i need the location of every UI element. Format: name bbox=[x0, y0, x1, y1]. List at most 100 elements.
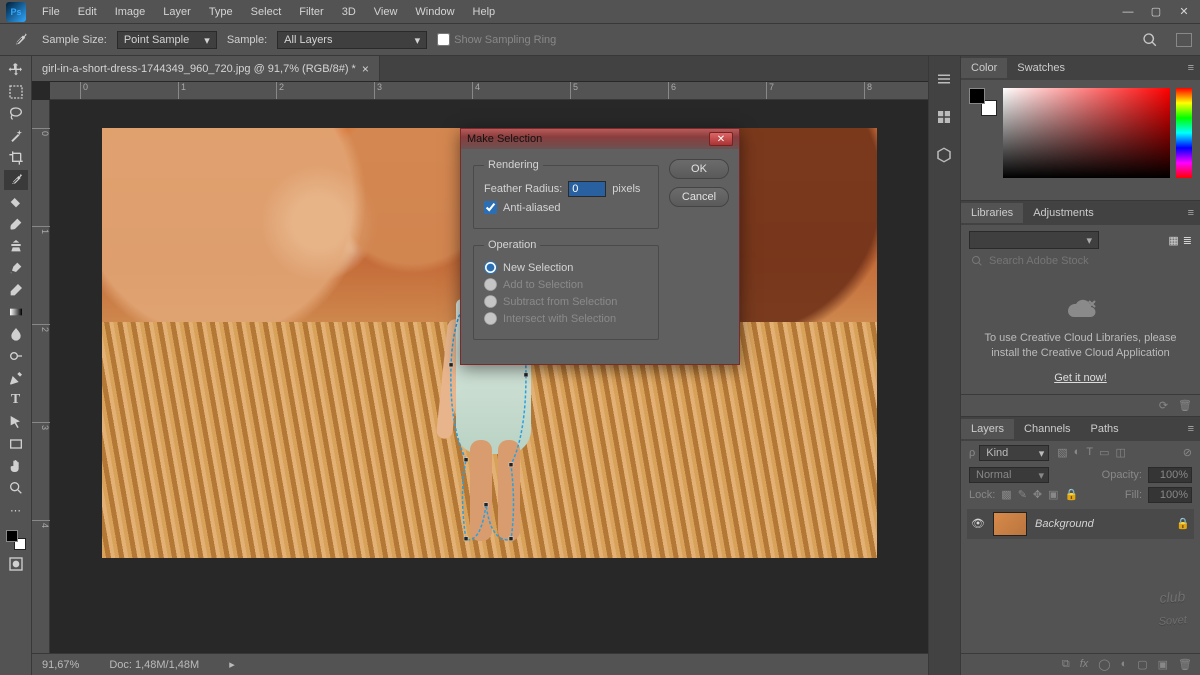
rectangle-tool[interactable] bbox=[4, 434, 28, 454]
sample-select[interactable]: All Layers bbox=[277, 31, 427, 49]
document-tab[interactable]: girl-in-a-short-dress-1744349_960_720.jp… bbox=[32, 56, 380, 81]
menu-select[interactable]: Select bbox=[243, 3, 290, 21]
channels-tab[interactable]: Channels bbox=[1014, 419, 1080, 439]
marquee-tool[interactable] bbox=[4, 82, 28, 102]
lock-icon[interactable]: 🔒 bbox=[1065, 488, 1079, 501]
zoom-tool[interactable] bbox=[4, 478, 28, 498]
blur-tool[interactable] bbox=[4, 324, 28, 344]
feather-radius-input[interactable] bbox=[568, 181, 606, 197]
menu-filter[interactable]: Filter bbox=[291, 3, 331, 21]
3d-panel-icon[interactable] bbox=[935, 146, 955, 166]
link-layers-icon[interactable]: ⧉ bbox=[1062, 658, 1070, 671]
menu-type[interactable]: Type bbox=[201, 3, 241, 21]
history-brush-tool[interactable] bbox=[4, 258, 28, 278]
cc-get-link[interactable]: Get it now! bbox=[1054, 372, 1107, 384]
lib-list-icon[interactable]: ≣ bbox=[1183, 234, 1192, 247]
color-tab[interactable]: Color bbox=[961, 58, 1007, 78]
menu-3d[interactable]: 3D bbox=[334, 3, 364, 21]
eyedropper-tool[interactable] bbox=[4, 170, 28, 190]
menu-image[interactable]: Image bbox=[107, 3, 154, 21]
magic-wand-tool[interactable] bbox=[4, 126, 28, 146]
maximize-button[interactable]: ▢ bbox=[1146, 4, 1166, 20]
adjustment-layer-icon[interactable]: ◐ bbox=[1121, 658, 1128, 671]
paths-tab[interactable]: Paths bbox=[1081, 419, 1129, 439]
lock-all-icon[interactable]: ▩ bbox=[1001, 488, 1011, 501]
cancel-button[interactable]: Cancel bbox=[669, 187, 729, 207]
layer-fx-icon[interactable]: fx bbox=[1080, 658, 1089, 671]
color-field[interactable] bbox=[1003, 88, 1170, 178]
crop-tool[interactable] bbox=[4, 148, 28, 168]
lib-grid-icon[interactable]: ▦ bbox=[1168, 234, 1178, 247]
zoom-level[interactable]: 91,67% bbox=[42, 659, 79, 671]
adjustments-tab[interactable]: Adjustments bbox=[1023, 203, 1104, 223]
quick-mask-toggle[interactable] bbox=[4, 554, 28, 574]
layer-group-icon[interactable]: ▢ bbox=[1137, 658, 1147, 671]
libraries-menu-icon[interactable]: ≡ bbox=[1182, 207, 1200, 219]
eraser-tool[interactable] bbox=[4, 280, 28, 300]
layers-menu-icon[interactable]: ≡ bbox=[1182, 423, 1200, 435]
opacity-field[interactable]: 100% bbox=[1148, 467, 1192, 483]
layer-filter-select[interactable]: Kind bbox=[979, 445, 1049, 461]
healing-brush-tool[interactable] bbox=[4, 192, 28, 212]
clone-stamp-tool[interactable] bbox=[4, 236, 28, 256]
blend-mode-select[interactable]: Normal bbox=[969, 467, 1049, 483]
menu-file[interactable]: File bbox=[34, 3, 68, 21]
lasso-tool[interactable] bbox=[4, 104, 28, 124]
menu-view[interactable]: View bbox=[366, 3, 406, 21]
filter-toggle[interactable]: ⊘ bbox=[1183, 446, 1192, 459]
show-sampling-ring-checkbox[interactable]: Show Sampling Ring bbox=[437, 33, 556, 46]
show-ring-checkbox-input[interactable] bbox=[437, 33, 450, 46]
type-tool[interactable]: T bbox=[4, 390, 28, 410]
move-tool[interactable] bbox=[4, 60, 28, 80]
edit-toolbar[interactable]: ⋯ bbox=[4, 500, 28, 520]
hue-slider[interactable] bbox=[1176, 88, 1192, 178]
close-window-button[interactable]: ✕ bbox=[1174, 4, 1194, 20]
layer-row[interactable]: 👁 Background 🔒 bbox=[967, 509, 1194, 539]
tab-close-icon[interactable]: × bbox=[362, 62, 369, 76]
color-panel-menu-icon[interactable]: ≡ bbox=[1182, 62, 1200, 74]
layer-visibility-icon[interactable]: 👁 bbox=[971, 517, 985, 530]
gradient-tool[interactable] bbox=[4, 302, 28, 322]
menu-window[interactable]: Window bbox=[407, 3, 462, 21]
doc-info-flyout[interactable]: ▸ bbox=[229, 658, 235, 671]
properties-panel-icon[interactable] bbox=[935, 108, 955, 128]
swatches-tab[interactable]: Swatches bbox=[1007, 58, 1075, 78]
pen-tool[interactable] bbox=[4, 368, 28, 388]
lock-position-icon[interactable]: ✥ bbox=[1033, 488, 1042, 501]
dodge-tool[interactable] bbox=[4, 346, 28, 366]
delete-layer-icon[interactable]: 🗑 bbox=[1178, 658, 1192, 671]
sample-size-select[interactable]: Point Sample bbox=[117, 31, 217, 49]
menu-edit[interactable]: Edit bbox=[70, 3, 105, 21]
lock-artboard-icon[interactable]: ▣ bbox=[1048, 488, 1058, 501]
filter-type-icon[interactable]: T bbox=[1086, 446, 1093, 459]
search-icon[interactable] bbox=[1142, 32, 1158, 48]
hand-tool[interactable] bbox=[4, 456, 28, 476]
op-new-radio[interactable]: New Selection bbox=[484, 261, 648, 274]
filter-adjust-icon[interactable]: ◐ bbox=[1074, 446, 1081, 459]
filter-shape-icon[interactable]: ▭ bbox=[1099, 446, 1109, 459]
dialog-titlebar[interactable]: Make Selection ✕ bbox=[461, 129, 739, 149]
foreground-background-colors[interactable] bbox=[4, 528, 28, 552]
minimize-button[interactable]: ― bbox=[1118, 4, 1138, 20]
path-selection-tool[interactable] bbox=[4, 412, 28, 432]
brush-tool[interactable] bbox=[4, 214, 28, 234]
workspace-layout-icon[interactable] bbox=[1176, 33, 1192, 47]
menu-help[interactable]: Help bbox=[465, 3, 504, 21]
filter-pixel-icon[interactable]: ▧ bbox=[1057, 446, 1067, 459]
libraries-tab[interactable]: Libraries bbox=[961, 203, 1023, 223]
color-fg-bg-swatch[interactable] bbox=[969, 88, 997, 116]
stock-search-input[interactable] bbox=[989, 255, 1190, 267]
dialog-close-button[interactable]: ✕ bbox=[709, 132, 733, 146]
stock-search[interactable] bbox=[961, 255, 1200, 275]
lock-pixels-icon[interactable]: ✎ bbox=[1018, 488, 1027, 501]
layers-tab[interactable]: Layers bbox=[961, 419, 1014, 439]
layer-name[interactable]: Background bbox=[1035, 518, 1168, 530]
menu-layer[interactable]: Layer bbox=[155, 3, 199, 21]
anti-aliased-input[interactable] bbox=[484, 201, 497, 214]
history-panel-icon[interactable] bbox=[935, 70, 955, 90]
ok-button[interactable]: OK bbox=[669, 159, 729, 179]
lib-trash-icon[interactable]: 🗑 bbox=[1178, 399, 1192, 412]
fill-field[interactable]: 100% bbox=[1148, 487, 1192, 503]
anti-aliased-checkbox[interactable]: Anti-aliased bbox=[484, 201, 648, 214]
library-select[interactable] bbox=[969, 231, 1099, 249]
